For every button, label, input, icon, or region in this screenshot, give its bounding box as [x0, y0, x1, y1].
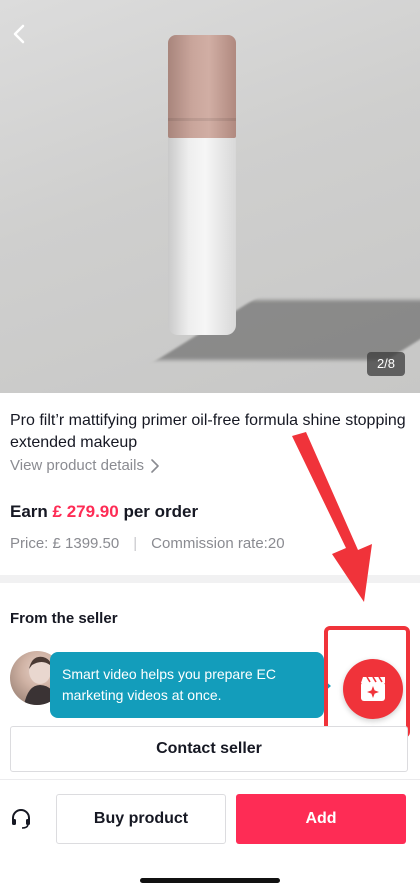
product-title: Pro filt’r mattifying primer oil-free fo… [10, 412, 406, 451]
back-chevron-icon [13, 24, 25, 44]
home-indicator [140, 878, 280, 883]
divider: | [133, 535, 138, 552]
smart-video-tooltip[interactable]: Smart video helps you prepare EC marketi… [50, 652, 324, 718]
bottle-body [168, 135, 236, 335]
commission-text: Commission rate:20 [151, 535, 285, 552]
add-button[interactable]: Add [236, 794, 406, 844]
pointer-arrow-icon [292, 432, 372, 602]
contact-seller-button[interactable]: Contact seller [10, 726, 408, 772]
product-image[interactable] [0, 0, 420, 393]
section-divider [0, 575, 420, 583]
earn-prefix: Earn [10, 502, 48, 521]
earn-line: Earn £ 279.90 per order [10, 502, 198, 522]
back-button[interactable] [8, 22, 32, 46]
customer-service-button[interactable] [10, 807, 32, 829]
image-counter: 2/8 [367, 352, 405, 376]
price-text: Price: £ 1399.50 [10, 535, 120, 552]
earn-suffix: per order [123, 502, 199, 521]
seller-section-title: From the seller [10, 610, 118, 627]
price-row: Price: £ 1399.50 | Commission rate:20 [10, 535, 420, 552]
highlight-frame [324, 626, 410, 738]
buy-product-button[interactable]: Buy product [56, 794, 226, 844]
earn-amount: £ 279.90 [52, 502, 119, 521]
view-details-link[interactable]: View product details [10, 457, 160, 474]
view-details-label: View product details [10, 457, 144, 474]
headset-icon [12, 809, 30, 829]
bottle-cap [168, 35, 236, 138]
chevron-right-icon [151, 458, 159, 473]
cap-line [168, 118, 236, 121]
